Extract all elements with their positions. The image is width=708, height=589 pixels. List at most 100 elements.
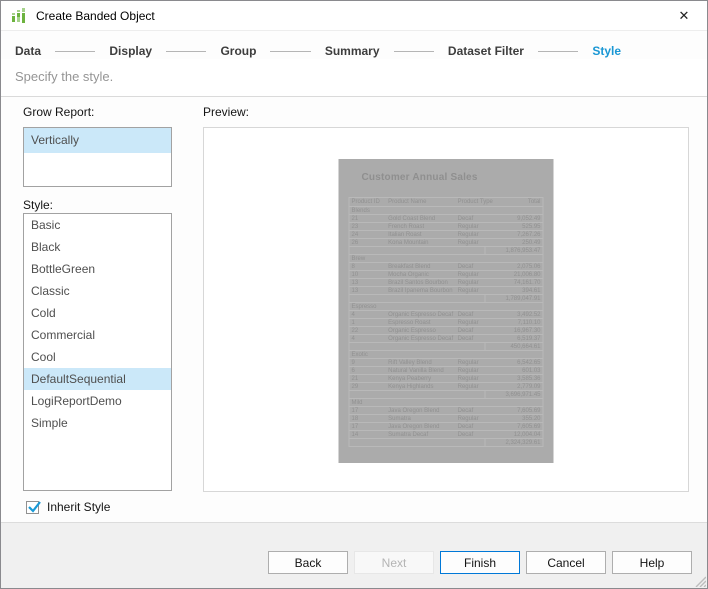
preview-data-row: 29 Kenya Highlands Regular 2,779.09 — [349, 382, 543, 390]
preview-cell: 4 — [351, 336, 355, 342]
preview-subtotal-row: 2,324,329.61 — [349, 438, 543, 446]
preview-cell: Sumatra Decaf — [388, 432, 429, 438]
banded-object-icon — [12, 7, 25, 23]
preview-label: Preview: — [203, 105, 250, 119]
preview-cell: Exotic — [351, 352, 368, 358]
preview-cell: 12,004.04 — [513, 432, 541, 438]
style-label: Style: — [23, 198, 54, 212]
window-title: Create Banded Object — [36, 8, 155, 23]
preview-cell: 8 — [351, 264, 355, 270]
preview-cell: Blends — [351, 208, 370, 214]
step-connector — [166, 50, 207, 52]
preview-cell: Gold Coast Blend — [388, 216, 436, 222]
help-button[interactable]: Help — [612, 551, 692, 574]
wizard-step-style[interactable]: Style — [592, 44, 621, 58]
list-item-defaultsequential[interactable]: DefaultSequential — [24, 368, 171, 390]
preview-cell: 250.49 — [522, 240, 541, 246]
preview-cell: 21 — [351, 376, 359, 382]
inherit-style-label: Inherit Style — [47, 500, 111, 514]
preview-cell: 9,052.49 — [517, 216, 541, 222]
preview-cell: Espresso Roast — [388, 320, 431, 326]
preview-cell: Regular — [457, 288, 479, 294]
inherit-style-row[interactable]: Inherit Style — [26, 500, 110, 514]
close-icon[interactable]: ✕ — [661, 1, 707, 30]
preview-cell: 1 — [351, 320, 355, 326]
preview-cell: 3,492.52 — [517, 312, 541, 318]
preview-cell: Brew — [351, 256, 366, 262]
list-item-vertically[interactable]: Vertically — [24, 128, 171, 153]
style-list[interactable]: Basic Black BottleGreen Classic Cold Commerci… — [23, 213, 172, 491]
grow-report-list[interactable]: Vertically — [23, 127, 172, 187]
resize-grip[interactable] — [693, 574, 706, 587]
wizard-step-summary[interactable]: Summary — [325, 44, 380, 58]
finish-button[interactable]: Finish — [440, 551, 520, 574]
preview-cell: 1,789,047.91 — [484, 295, 543, 302]
preview-cell: 22 — [351, 328, 359, 334]
preview-data-row: 18 Sumatra Regular 355.20 — [349, 414, 543, 422]
list-item-bottlegreen[interactable]: BottleGreen — [24, 258, 171, 280]
cancel-button[interactable]: Cancel — [526, 551, 606, 574]
wizard-step-data[interactable]: Data — [15, 44, 41, 58]
grow-report-label: Grow Report: — [23, 105, 95, 119]
list-item-cold[interactable]: Cold — [24, 302, 171, 324]
preview-data-row: 6 Natural Vanilla Blend Regular 601.03 — [349, 366, 543, 374]
list-item-logireportdemo[interactable]: LogiReportDemo — [24, 390, 171, 412]
preview-cell: 601.03 — [522, 368, 541, 374]
preview-cell: 4 — [351, 312, 355, 318]
preview-cell: Brazil Ipanema Bourbon — [388, 288, 453, 294]
wizard-step-group[interactable]: Group — [220, 44, 256, 58]
preview-group-row: Espresso — [349, 302, 543, 310]
preview-data-row: 10 Mocha Organic Regular 21,006.80 — [349, 270, 543, 278]
preview-cell: Breakfast Blend — [388, 264, 431, 270]
preview-cell: Regular — [457, 368, 479, 374]
preview-cell: 10 — [351, 272, 359, 278]
next-button: Next — [354, 551, 434, 574]
preview-data-row: 1 Espresso Roast Regular 7,110.10 — [349, 318, 543, 326]
preview-cell: Natural Vanilla Blend — [388, 368, 444, 374]
preview-cell: 1,876,953.47 — [484, 247, 543, 254]
list-item-commercial[interactable]: Commercial — [24, 324, 171, 346]
preview-cell: Regular — [457, 232, 479, 238]
wizard-step-dataset-filter[interactable]: Dataset Filter — [448, 44, 524, 58]
preview-cell: 6,519.37 — [517, 336, 541, 342]
list-item-simple[interactable]: Simple — [24, 412, 171, 434]
preview-cell: Decaf — [457, 424, 474, 430]
preview-cell: 17 — [351, 424, 359, 430]
list-item-cool[interactable]: Cool — [24, 346, 171, 368]
preview-cell: Mild — [351, 400, 363, 406]
preview-cell: 17 — [351, 408, 359, 414]
preview-data-row: 13 Brazil Santos Bourbon Regular 74,161.70 — [349, 278, 543, 286]
create-banded-object-dialog: Create Banded Object ✕ Data Display Group S… — [0, 0, 708, 589]
preview-cell: Product Type — [457, 199, 493, 205]
preview-cell: Espresso — [351, 304, 377, 310]
preview-data-row: 4 Organic Espresso Decaf Decaf 3,492.52 — [349, 310, 543, 318]
preview-cell: 6,542.65 — [517, 360, 541, 366]
preview-cell: 24 — [351, 232, 359, 238]
preview-cell: 74,161.70 — [513, 280, 541, 286]
preview-cell: 7,605.69 — [517, 408, 541, 414]
list-item-basic[interactable]: Basic — [24, 214, 171, 236]
back-button[interactable]: Back — [268, 551, 348, 574]
preview-cell: 18 — [351, 416, 359, 422]
preview-data-row: 22 Organic Espresso Decaf 16,967.30 — [349, 326, 543, 334]
preview-cell: Organic Espresso Decaf — [388, 336, 454, 342]
preview-cell: Sumatra — [388, 416, 411, 422]
preview-cell: 21,006.80 — [513, 272, 541, 278]
preview-cell: 450,664.61 — [484, 343, 543, 350]
preview-group-row: Mild — [349, 398, 543, 406]
wizard-step-display[interactable]: Display — [109, 44, 152, 58]
preview-cell: Organic Espresso — [388, 328, 436, 334]
preview-cell: 14 — [351, 432, 359, 438]
preview-cell: Decaf — [457, 408, 474, 414]
preview-cell: 3,585.36 — [517, 376, 541, 382]
preview-data-row: 4 Organic Espresso Decaf Decaf 6,519.37 — [349, 334, 543, 342]
preview-cell: 7,267.26 — [517, 232, 541, 238]
preview-cell: 7,605.69 — [517, 424, 541, 430]
preview-cell: Regular — [457, 224, 479, 230]
preview-data-row: 23 French Roast Regular 525.95 — [349, 222, 543, 230]
inherit-style-checkbox[interactable] — [26, 500, 41, 514]
list-item-classic[interactable]: Classic — [24, 280, 171, 302]
preview-cell: Rift Valley Blend — [388, 360, 432, 366]
preview-group-row: Blends — [349, 206, 543, 214]
list-item-black[interactable]: Black — [24, 236, 171, 258]
